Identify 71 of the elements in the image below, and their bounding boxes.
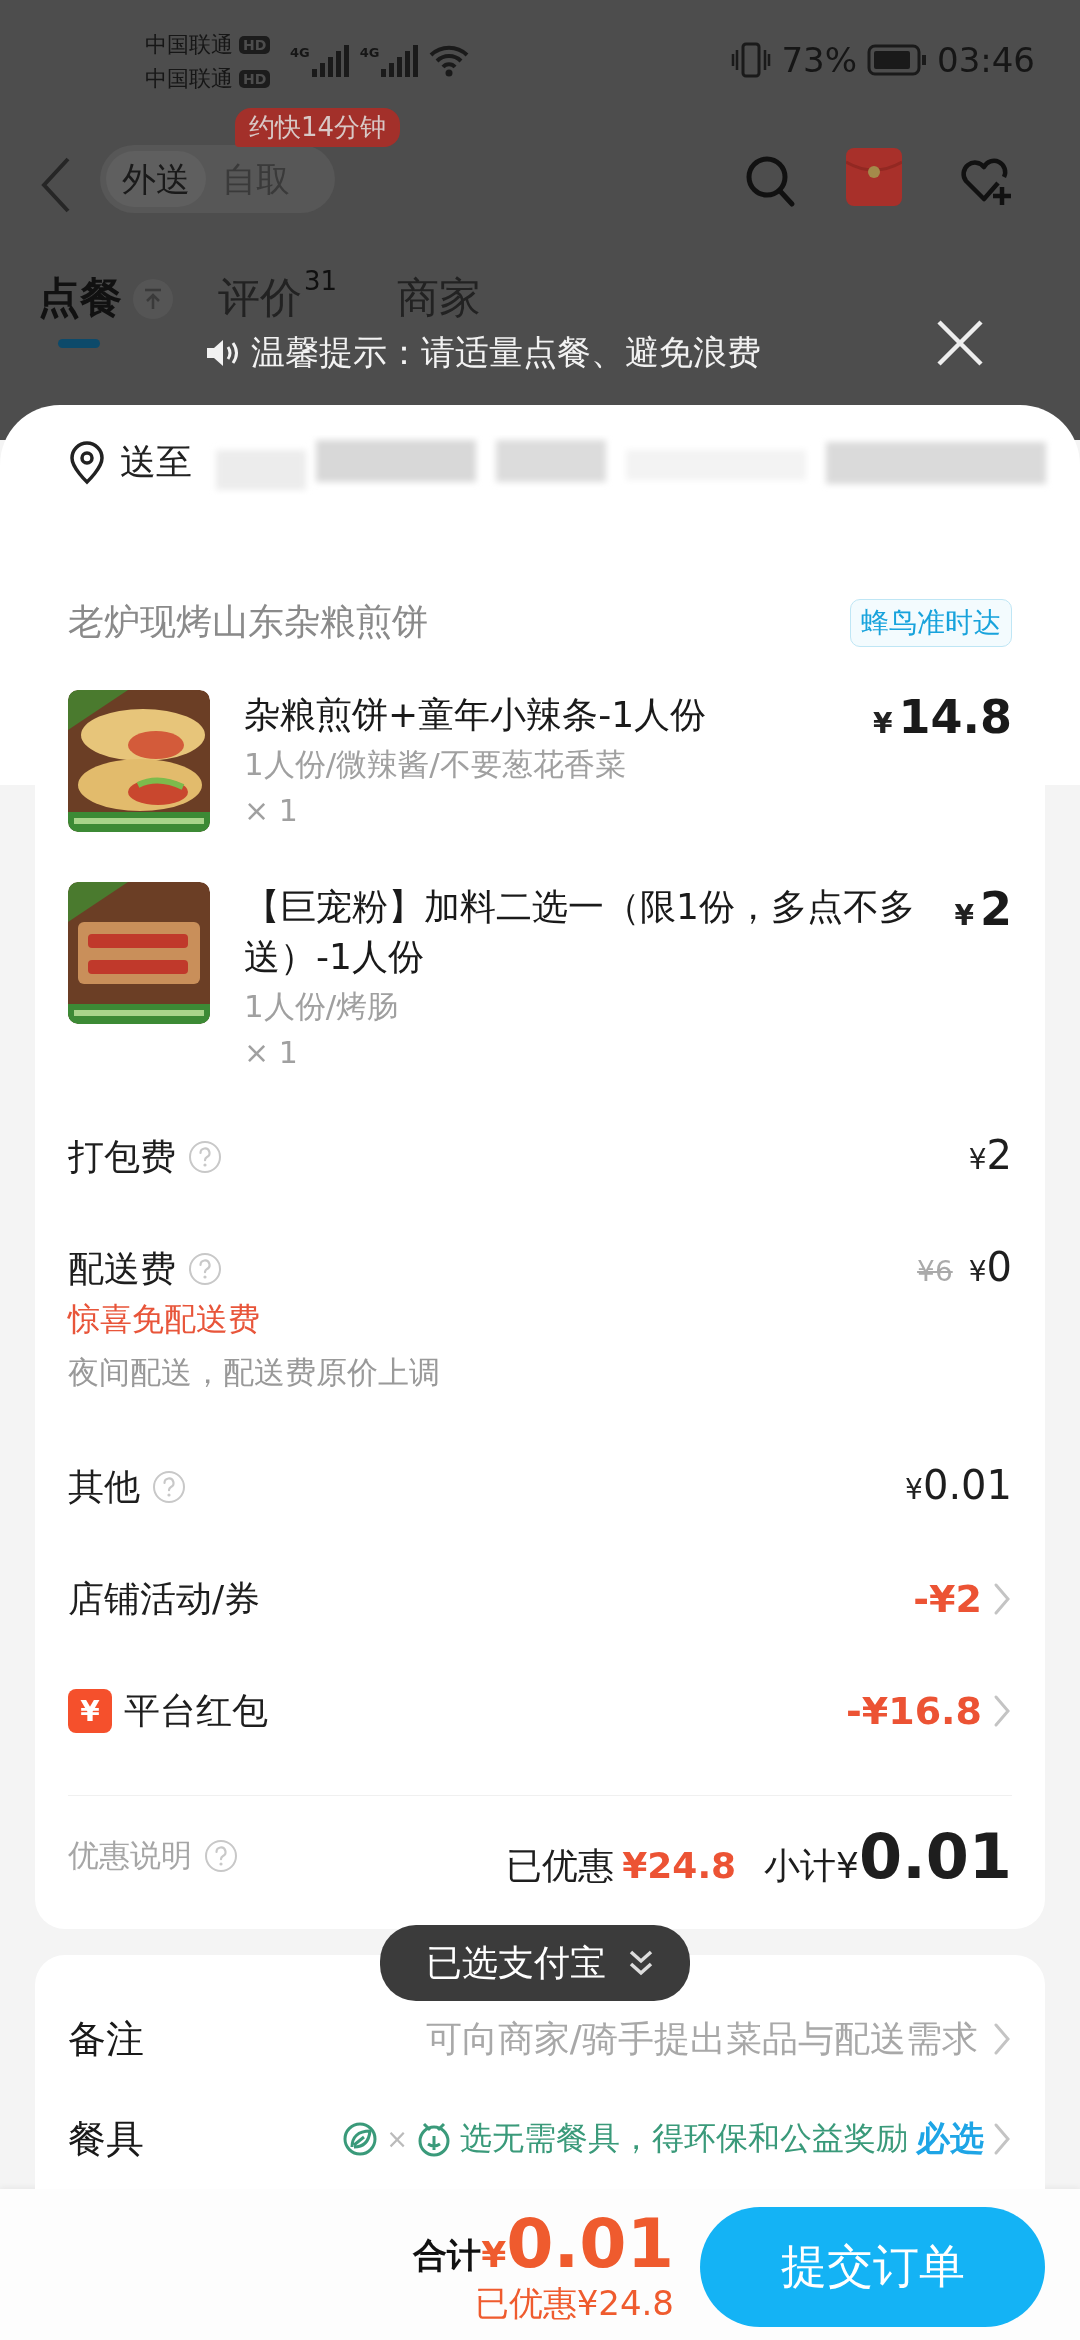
- signal-icon: [311, 45, 350, 77]
- original-price: ¥6: [917, 1255, 953, 1288]
- network-type: 4G: [290, 45, 310, 60]
- fee-amount: ¥0.01: [905, 1462, 1012, 1508]
- tip-text: 温馨提示：请适量点餐、避免浪费: [251, 331, 761, 374]
- required-link[interactable]: 必选: [916, 2116, 984, 2162]
- tableware-hint: 选无需餐具，得环保和公益奖励: [460, 2118, 908, 2159]
- subtotal-label: 小计: [764, 1843, 837, 1888]
- total-amount: ¥0.01: [481, 2207, 674, 2281]
- item-specs: 1人份/微辣酱/不要葱花香菜: [244, 745, 627, 784]
- promo-text: 惊喜免配送费: [68, 1299, 261, 1340]
- envelope-icon[interactable]: [846, 148, 902, 206]
- remarks-field[interactable]: 可向商家/骑手提出菜品与配送需求: [425, 2014, 978, 2064]
- signal-icon: [381, 45, 420, 77]
- tab[interactable]: 点餐: [38, 270, 122, 348]
- tableware-label: 餐具: [68, 2115, 145, 2163]
- fee-label: 打包费: [68, 1134, 176, 1179]
- eta-badge: 约快14分钟: [235, 108, 401, 147]
- item-quantity: × 1: [244, 1034, 299, 1072]
- fee-label: 店铺活动/券: [68, 1576, 261, 1621]
- saved-total: 已优惠¥24.8: [474, 2282, 674, 2325]
- item-name: 【巨宠粉】加料二选一（限1份，多点不多送）-1人份: [244, 885, 916, 979]
- wifi-icon: [429, 45, 470, 77]
- help-icon[interactable]: [188, 1252, 222, 1286]
- vibrate-icon: [731, 42, 772, 78]
- battery-icon: [867, 44, 927, 76]
- speaker-icon: [205, 337, 239, 369]
- payment-toast[interactable]: 已选支付宝: [380, 1925, 690, 2001]
- chevron-icon[interactable]: [992, 2121, 1012, 2157]
- toast-text: 已选支付宝: [426, 1940, 606, 1985]
- saved-label: 已优惠: [506, 1843, 615, 1888]
- fee-amount: ¥2: [968, 1132, 1012, 1178]
- fee-label: 配送费: [68, 1246, 176, 1291]
- discount-info-link[interactable]: 优惠说明: [68, 1835, 192, 1877]
- clock-time: 03:46: [937, 40, 1035, 80]
- search-icon[interactable]: [745, 155, 797, 209]
- location-pin-icon: [68, 440, 106, 485]
- help-icon[interactable]: [188, 1140, 222, 1174]
- remarks-label: 备注: [68, 2015, 145, 2063]
- item-price: ¥14.8: [873, 690, 1012, 744]
- battery-percent: 73%: [781, 40, 857, 80]
- help-icon[interactable]: [204, 1839, 238, 1873]
- discount-amount[interactable]: -¥2: [913, 1577, 982, 1621]
- store-name: 老炉现烤山东杂粮煎饼: [68, 600, 428, 644]
- chevron-icon[interactable]: [992, 2021, 1012, 2057]
- fee-note: 夜间配送，配送费原价上调: [68, 1353, 440, 1392]
- help-icon[interactable]: [152, 1470, 186, 1504]
- submit-order-button[interactable]: 提交订单: [700, 2207, 1045, 2327]
- fee-amount: ¥0: [968, 1244, 1012, 1290]
- total-label: 合计: [413, 2234, 482, 2277]
- mode-option[interactable]: 外送: [106, 151, 206, 207]
- leaf-icon: [342, 2121, 379, 2157]
- chevron-icon[interactable]: [992, 1693, 1012, 1729]
- fee-label: 平台红包: [124, 1688, 268, 1733]
- subtotal-amount: ¥0.01: [836, 1819, 1012, 1893]
- close-icon[interactable]: [935, 318, 985, 368]
- address-label: 送至: [120, 440, 192, 484]
- separator-mark: ×: [386, 2124, 408, 2154]
- double-chevron-icon[interactable]: [628, 1948, 654, 1978]
- item-price: ¥2: [954, 882, 1012, 936]
- discount-amount[interactable]: -¥16.8: [846, 1689, 982, 1733]
- scroll-top-icon[interactable]: [132, 278, 174, 320]
- item-name: 杂粮煎饼+童年小辣条-1人份: [244, 693, 708, 737]
- yuan-badge: ¥: [68, 1689, 112, 1733]
- item-quantity: × 1: [244, 792, 299, 830]
- item-specs: 1人份/烤肠: [244, 987, 400, 1026]
- network-type: 4G: [359, 45, 380, 60]
- chevron-icon[interactable]: [992, 1581, 1012, 1617]
- saved-amount: ¥24.8: [622, 1844, 737, 1886]
- fee-label: 其他: [68, 1464, 140, 1509]
- delivery-tag: 蜂鸟准时达: [850, 598, 1012, 647]
